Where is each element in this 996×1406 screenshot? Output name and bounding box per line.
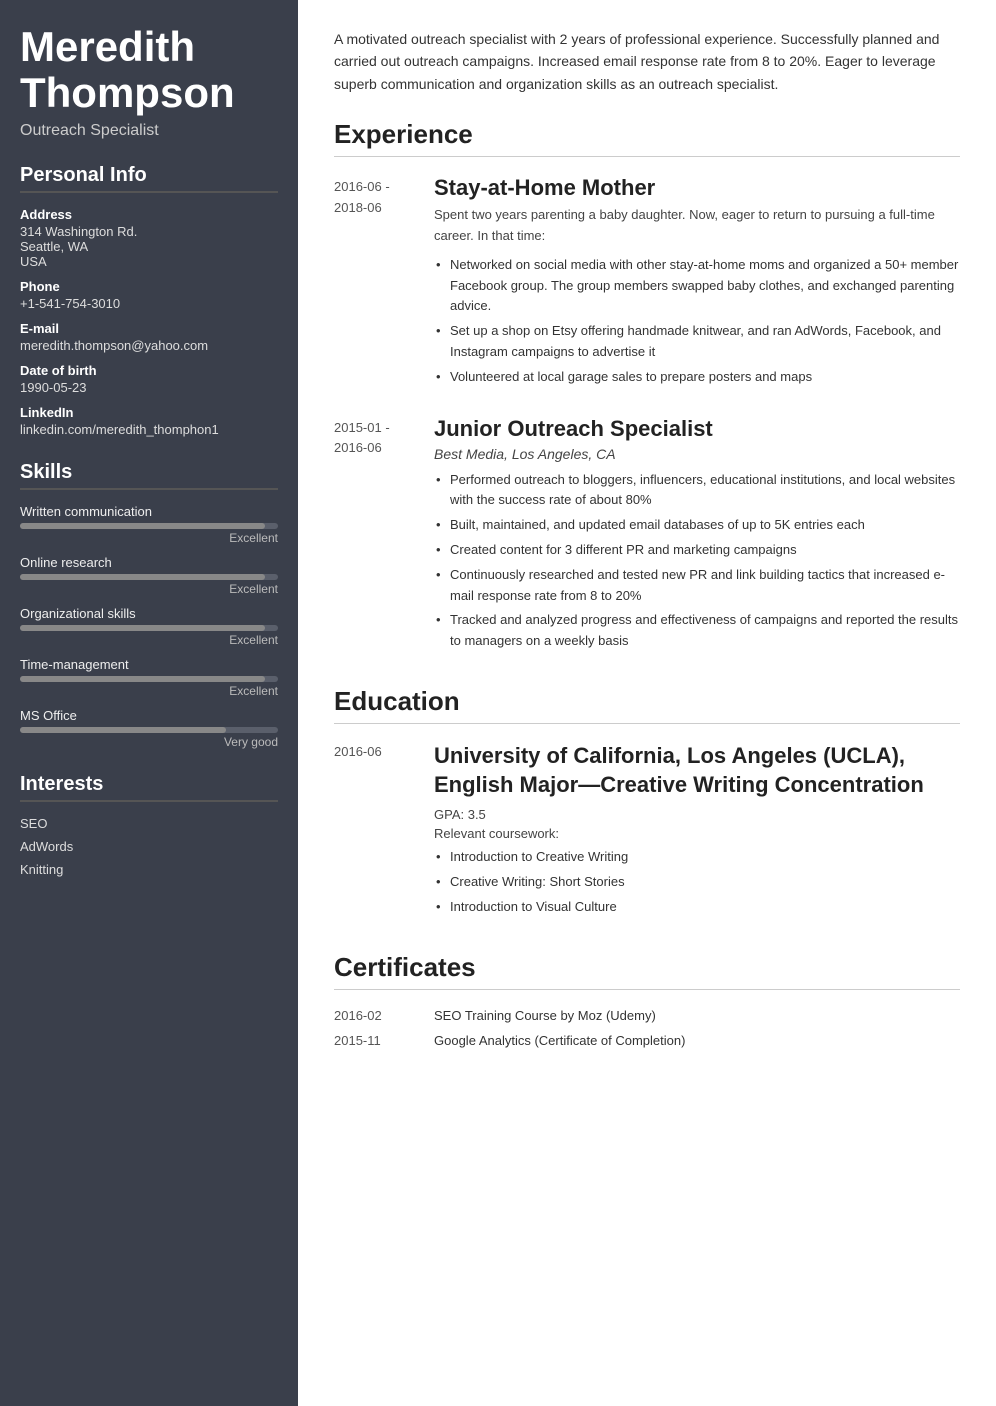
phone-value: +1-541-754-3010 (20, 296, 278, 311)
certificates-section: Certificates 2016-02SEO Training Course … (334, 952, 960, 1048)
skill-name: Written communication (20, 504, 278, 519)
skill-bar-background (20, 727, 278, 733)
experience-bullet: Tracked and analyzed progress and effect… (434, 610, 960, 652)
address-line-1: 314 Washington Rd. (20, 224, 278, 239)
experience-title: Junior Outreach Specialist (434, 416, 960, 442)
candidate-title: Outreach Specialist (20, 122, 278, 140)
address-line-3: USA (20, 254, 278, 269)
experience-company: Best Media, Los Angeles, CA (434, 446, 960, 462)
certificate-name: SEO Training Course by Moz (Udemy) (434, 1008, 656, 1023)
phone-label: Phone (20, 279, 278, 294)
skill-bar-fill (20, 625, 265, 631)
skill-item: Organizational skills Excellent (20, 606, 278, 647)
dob-value: 1990-05-23 (20, 380, 278, 395)
skills-header: Skills (20, 461, 278, 490)
skill-item: MS Office Very good (20, 708, 278, 749)
certificate-date: 2016-02 (334, 1008, 434, 1023)
experience-bullet: Continuously researched and tested new P… (434, 565, 960, 607)
interests-list: SEO AdWords Knitting (20, 816, 278, 877)
skill-item: Online research Excellent (20, 555, 278, 596)
experience-section: Experience 2016-06 - 2018-06Stay-at-Home… (334, 119, 960, 656)
linkedin-label: LinkedIn (20, 405, 278, 420)
dob-label: Date of birth (20, 363, 278, 378)
education-header: Education (334, 686, 960, 724)
sidebar: Meredith Thompson Outreach Specialist Pe… (0, 0, 298, 1406)
experience-bullet: Volunteered at local garage sales to pre… (434, 367, 960, 388)
skill-level-label: Excellent (20, 633, 278, 647)
experience-description: Spent two years parenting a baby daughte… (434, 205, 960, 247)
education-date: 2016-06 (334, 742, 434, 922)
experience-list: 2016-06 - 2018-06Stay-at-Home Mother Spen… (334, 175, 960, 656)
certificate-date: 2015-11 (334, 1033, 434, 1048)
skill-bar-fill (20, 523, 265, 529)
experience-header: Experience (334, 119, 960, 157)
skill-bar-fill (20, 727, 226, 733)
education-gpa: GPA: 3.5 (434, 807, 960, 822)
main-content: A motivated outreach specialist with 2 y… (298, 0, 996, 1406)
experience-date: 2015-01 - 2016-06 (334, 416, 434, 656)
experience-item: 2016-06 - 2018-06Stay-at-Home Mother Spen… (334, 175, 960, 391)
candidate-name: Meredith Thompson (20, 24, 278, 116)
skill-level-label: Excellent (20, 684, 278, 698)
skill-level-label: Excellent (20, 531, 278, 545)
personal-info-header: Personal Info (20, 164, 278, 193)
certificates-header: Certificates (334, 952, 960, 990)
skill-bar-background (20, 676, 278, 682)
skill-item: Time-management Excellent (20, 657, 278, 698)
skill-name: Online research (20, 555, 278, 570)
address-line-2: Seattle, WA (20, 239, 278, 254)
skill-name: Time-management (20, 657, 278, 672)
skills-list: Written communicationExcellentOnline res… (20, 504, 278, 749)
email-value: meredith.thompson@yahoo.com (20, 338, 278, 353)
skill-bar-fill (20, 574, 265, 580)
education-coursework-list: Introduction to Creative Writing Creative… (434, 847, 960, 917)
experience-bullet: Performed outreach to bloggers, influenc… (434, 470, 960, 512)
certificate-item: 2016-02SEO Training Course by Moz (Udemy… (334, 1008, 960, 1023)
education-institution: University of California, Los Angeles (U… (434, 742, 960, 799)
experience-item: 2015-01 - 2016-06Junior Outreach Special… (334, 416, 960, 656)
education-course: Introduction to Creative Writing (434, 847, 960, 868)
experience-bullets: Performed outreach to bloggers, influenc… (434, 470, 960, 652)
skill-bar-background (20, 574, 278, 580)
experience-bullet: Networked on social media with other sta… (434, 255, 960, 317)
experience-date: 2016-06 - 2018-06 (334, 175, 434, 391)
education-content: University of California, Los Angeles (U… (434, 742, 960, 922)
experience-bullet: Set up a shop on Etsy offering handmade … (434, 321, 960, 363)
experience-bullets: Networked on social media with other sta… (434, 255, 960, 388)
interest-item: Knitting (20, 862, 278, 877)
education-list: 2016-06University of California, Los Ang… (334, 742, 960, 922)
linkedin-value: linkedin.com/meredith_thomphon1 (20, 422, 278, 437)
skill-name: Organizational skills (20, 606, 278, 621)
summary: A motivated outreach specialist with 2 y… (334, 28, 960, 95)
interest-item: AdWords (20, 839, 278, 854)
education-section: Education 2016-06University of Californi… (334, 686, 960, 922)
interests-header: Interests (20, 773, 278, 802)
skill-level-label: Excellent (20, 582, 278, 596)
experience-title: Stay-at-Home Mother (434, 175, 960, 201)
skill-bar-background (20, 523, 278, 529)
experience-content: Stay-at-Home Mother Spent two years paren… (434, 175, 960, 391)
address-label: Address (20, 207, 278, 222)
skill-item: Written communication Excellent (20, 504, 278, 545)
interest-item: SEO (20, 816, 278, 831)
certificate-item: 2015-11Google Analytics (Certificate of … (334, 1033, 960, 1048)
education-course: Creative Writing: Short Stories (434, 872, 960, 893)
education-course: Introduction to Visual Culture (434, 897, 960, 918)
skill-bar-background (20, 625, 278, 631)
certificate-name: Google Analytics (Certificate of Complet… (434, 1033, 685, 1048)
skill-bar-fill (20, 676, 265, 682)
certificates-list: 2016-02SEO Training Course by Moz (Udemy… (334, 1008, 960, 1048)
experience-bullet: Created content for 3 different PR and m… (434, 540, 960, 561)
skill-level-label: Very good (20, 735, 278, 749)
experience-bullet: Built, maintained, and updated email dat… (434, 515, 960, 536)
education-coursework-label: Relevant coursework: (434, 826, 960, 841)
skill-name: MS Office (20, 708, 278, 723)
education-item: 2016-06University of California, Los Ang… (334, 742, 960, 922)
email-label: E-mail (20, 321, 278, 336)
experience-content: Junior Outreach Specialist Best Media, Lo… (434, 416, 960, 656)
